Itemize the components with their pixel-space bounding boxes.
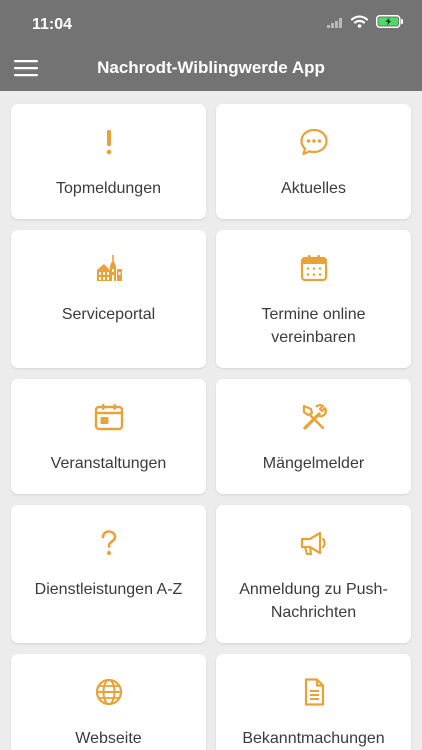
- tile-label: Dienstleistungen A-Z: [34, 581, 183, 598]
- tile-topmeldungen[interactable]: Topmeldungen: [11, 104, 206, 219]
- tile-serviceportal[interactable]: Serviceportal: [11, 230, 206, 368]
- tile-label: Termine online vereinbaren: [261, 306, 366, 346]
- status-time: 11:04: [32, 16, 73, 33]
- tile-veranstaltungen[interactable]: Veranstaltungen: [11, 379, 206, 494]
- exclamation-icon: [93, 126, 125, 158]
- tile-maengelmelder[interactable]: Mängelmelder: [216, 379, 411, 494]
- tools-icon: [298, 401, 330, 433]
- tile-label: Anmeldung zu Push-Nachrichten: [239, 581, 388, 621]
- tile-bekanntmachungen[interactable]: Bekanntmachungen: [216, 654, 411, 750]
- tile-label: Bekanntmachungen: [242, 730, 385, 747]
- tile-aktuelles[interactable]: Aktuelles: [216, 104, 411, 219]
- megaphone-icon: [298, 527, 330, 559]
- signal-icon: [327, 15, 343, 33]
- town-hall-icon: [93, 252, 125, 284]
- calendar-event-icon: [93, 401, 125, 433]
- tile-label: Mängelmelder: [262, 455, 365, 472]
- tile-label: Aktuelles: [281, 180, 346, 197]
- tile-label: Veranstaltungen: [50, 455, 167, 472]
- tile-dienstleistungen[interactable]: Dienstleistungen A-Z: [11, 505, 206, 643]
- tile-termine-online[interactable]: Termine online vereinbaren: [216, 230, 411, 368]
- document-icon: [298, 676, 330, 708]
- tile-label: Topmeldungen: [56, 180, 161, 197]
- battery-charging-icon: [376, 15, 404, 33]
- tile-push-anmeldung[interactable]: Anmeldung zu Push-Nachrichten: [216, 505, 411, 643]
- app-title: Nachrodt-Wiblingwerde App: [97, 58, 325, 77]
- tile-label: Webseite: [75, 730, 142, 747]
- question-mark-icon: [93, 527, 125, 559]
- globe-icon: [93, 676, 125, 708]
- calendar-grid-icon: [298, 252, 330, 284]
- chat-bubble-icon: [298, 126, 330, 158]
- status-icons: [327, 15, 404, 33]
- app-header: 11:04 Nachrodt-Wiblingwerde App: [0, 0, 422, 91]
- tile-webseite[interactable]: Webseite: [11, 654, 206, 750]
- wifi-icon: [350, 15, 369, 33]
- tile-label: Serviceportal: [61, 306, 156, 323]
